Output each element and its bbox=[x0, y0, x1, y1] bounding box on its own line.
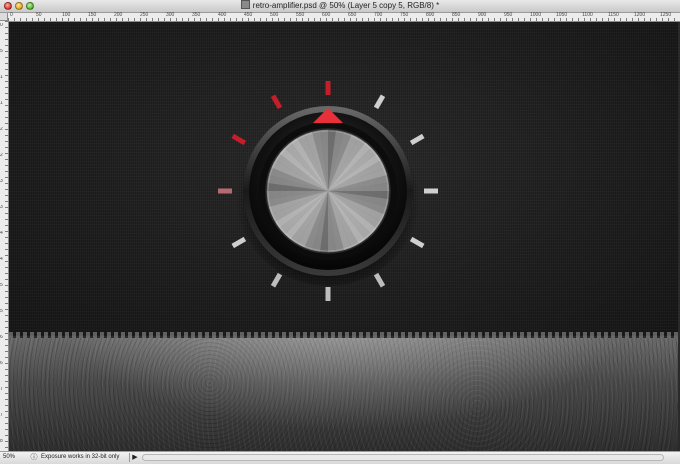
ruler-h-label: 1250 bbox=[660, 12, 672, 18]
ruler-h-label: 250 bbox=[140, 12, 149, 18]
ruler-h-label: 1200 bbox=[634, 12, 646, 18]
document-canvas[interactable] bbox=[9, 22, 678, 451]
ruler-h-label: 100 bbox=[62, 12, 71, 18]
knob-tick-inactive bbox=[373, 272, 386, 288]
status-bar: 50% ⓘ Exposure works in 32-bit only ▶ bbox=[0, 451, 680, 464]
knob-tick-inactive bbox=[409, 236, 425, 249]
title-bar[interactable]: retro-amplifier.psd @ 50% (Layer 5 copy … bbox=[0, 0, 680, 13]
ruler-v-label: 3 bbox=[0, 179, 3, 184]
window-title-container: retro-amplifier.psd @ 50% (Layer 5 copy … bbox=[0, 0, 680, 12]
ruler-h-label: 1000 bbox=[530, 12, 542, 18]
vertical-ruler[interactable]: 0 5 1 1 2 2 3 3 4 4 5 5 6 6 7 7 8 bbox=[0, 21, 9, 451]
knob-tick-inactive bbox=[231, 236, 247, 249]
knob-tick-inactive bbox=[409, 133, 425, 146]
ruler-h-label: 200 bbox=[114, 12, 123, 18]
ruler-v-label: 4 bbox=[0, 231, 3, 236]
zoom-level[interactable]: 50% bbox=[3, 453, 25, 462]
ruler-v-label: 0 bbox=[0, 23, 3, 28]
photoshop-document-window: retro-amplifier.psd @ 50% (Layer 5 copy … bbox=[0, 0, 680, 464]
ruler-h-label: 750 bbox=[400, 12, 409, 18]
ruler-h-label: 850 bbox=[452, 12, 461, 18]
volume-knob[interactable] bbox=[9, 22, 678, 451]
ruler-v-label: 1 bbox=[0, 101, 3, 106]
ruler-v-label: 5 bbox=[0, 283, 3, 288]
ruler-h-label: 950 bbox=[504, 12, 513, 18]
horizontal-scrollbar[interactable] bbox=[142, 454, 664, 461]
ruler-v-label: 1 bbox=[0, 75, 3, 80]
ruler-h-label: 700 bbox=[374, 12, 383, 18]
document-icon bbox=[240, 0, 250, 9]
ruler-h-label: 650 bbox=[348, 12, 357, 18]
horizontal-ruler[interactable]: 0 50 100 150 200 250 300 350 400 450 500 550 600 650 7… bbox=[8, 13, 680, 22]
ruler-h-label: 0 bbox=[10, 12, 13, 18]
status-message: Exposure works in 32-bit only bbox=[41, 453, 130, 462]
ruler-h-label: 350 bbox=[192, 12, 201, 18]
ruler-h-label: 550 bbox=[296, 12, 305, 18]
ruler-h-label: 800 bbox=[426, 12, 435, 18]
ruler-v-label: 7 bbox=[0, 387, 3, 392]
ruler-v-label: 6 bbox=[0, 361, 3, 366]
ruler-h-label: 900 bbox=[478, 12, 487, 18]
ruler-h-label: 300 bbox=[166, 12, 175, 18]
status-menu-arrow-icon[interactable]: ▶ bbox=[131, 453, 139, 462]
ruler-v-label: 5 bbox=[0, 49, 3, 54]
ruler-v-label: 8 bbox=[0, 439, 3, 444]
ruler-h-label: 450 bbox=[244, 12, 253, 18]
ruler-v-label: 4 bbox=[0, 257, 3, 262]
ruler-h-label: 50 bbox=[36, 12, 42, 18]
knob-tick-inactive bbox=[270, 272, 283, 288]
ruler-v-label: 7 bbox=[0, 413, 3, 418]
ruler-origin[interactable] bbox=[0, 13, 8, 21]
ruler-v-label: 6 bbox=[0, 335, 3, 340]
window-title: retro-amplifier.psd @ 50% (Layer 5 copy … bbox=[252, 1, 440, 10]
ruler-v-label: 5 bbox=[0, 309, 3, 314]
ruler-v-label: 2 bbox=[0, 153, 3, 158]
ruler-h-label: 1050 bbox=[556, 12, 568, 18]
ruler-h-label: 1100 bbox=[582, 12, 593, 18]
ruler-h-label: 150 bbox=[88, 12, 97, 18]
knob-tick-inactive bbox=[373, 94, 386, 110]
knob-tick-active bbox=[231, 133, 247, 146]
brushed-metal-cap[interactable] bbox=[265, 128, 391, 254]
ruler-h-label: 600 bbox=[322, 12, 331, 18]
ruler-h-label: 500 bbox=[270, 12, 279, 18]
ruler-h-label: 1150 bbox=[608, 12, 619, 18]
ruler-v-label: 3 bbox=[0, 205, 3, 210]
info-icon[interactable]: ⓘ bbox=[30, 454, 38, 462]
ruler-v-label: 2 bbox=[0, 127, 3, 132]
knob-tick-active bbox=[270, 94, 283, 110]
ruler-h-label: 400 bbox=[218, 12, 227, 18]
